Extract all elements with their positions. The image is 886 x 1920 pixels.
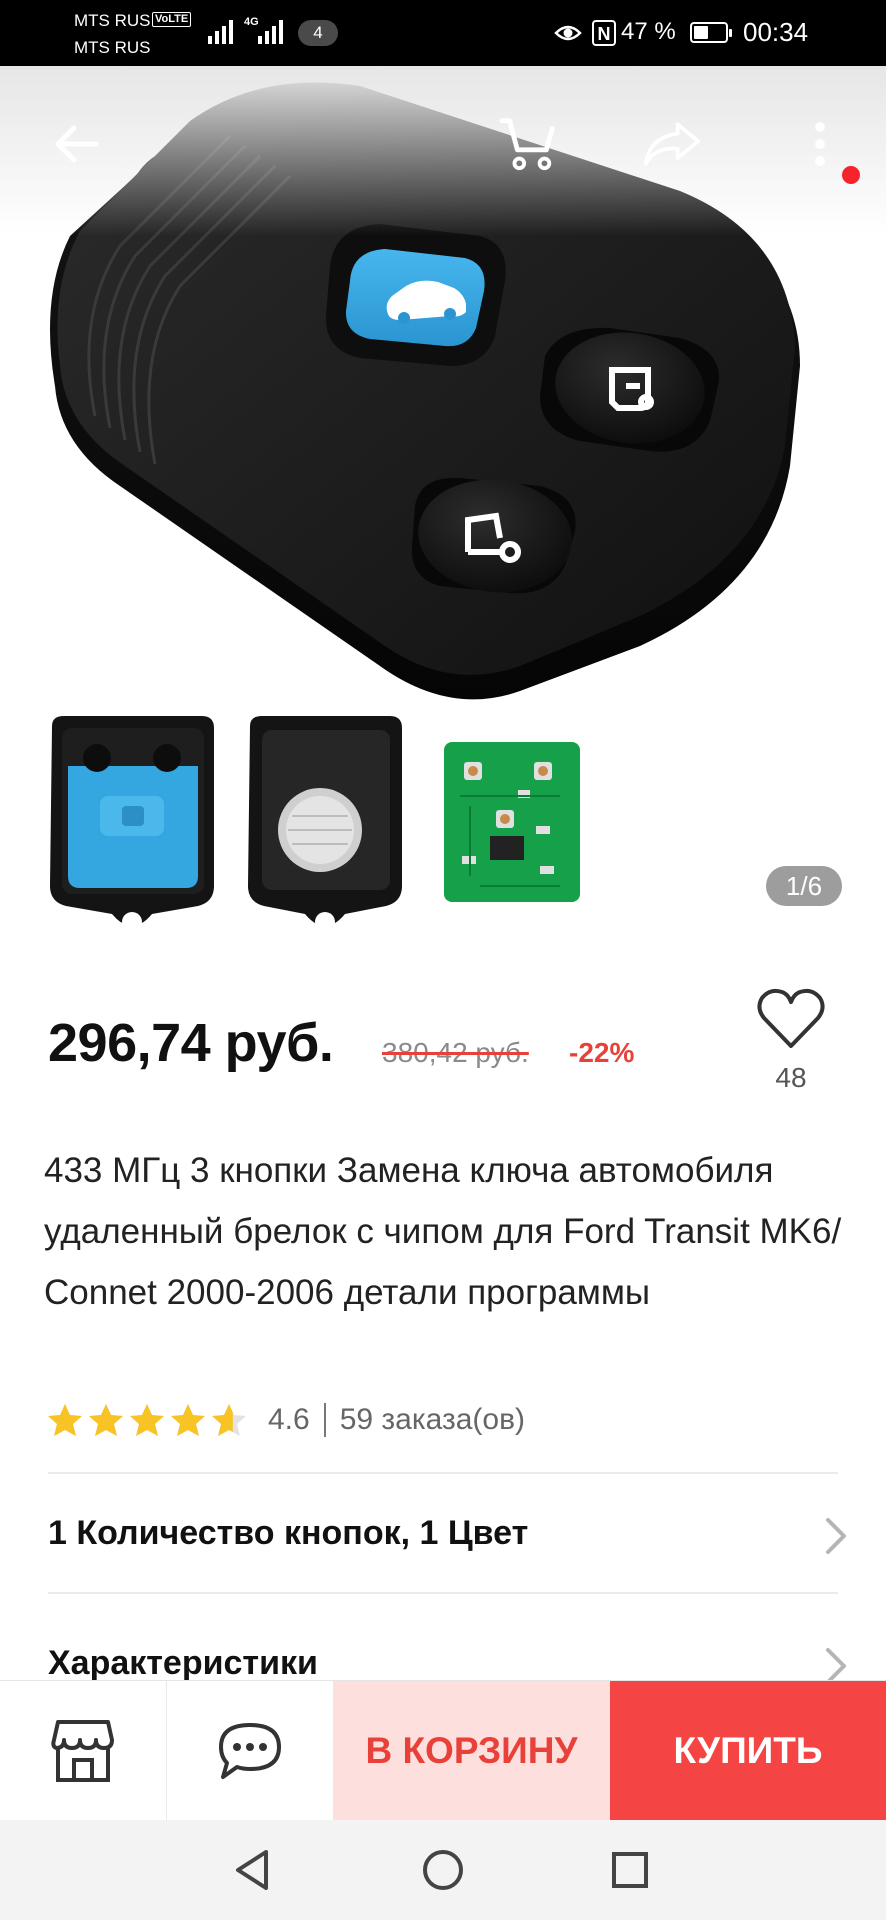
thumbnail-circuit-board[interactable] [440,706,590,946]
cart-icon [499,118,555,171]
status-bar: MTS RUS VoLTE MTS RUS 4G 4 N 47 % 00:34 [0,0,886,66]
rating-value: 4.6 [268,1403,310,1436]
thumbnail-case-battery[interactable] [240,706,410,946]
share-button[interactable] [642,114,702,174]
specs-label: Характеристики [48,1644,318,1682]
more-button[interactable] [790,114,850,174]
notification-count: 4 [298,20,338,46]
store-icon [51,1720,114,1782]
battery-icon [690,22,732,43]
signal-icon [208,18,233,44]
discount-badge: -22% [569,1037,635,1068]
divider [48,1592,838,1594]
signal-2-icon [258,18,283,44]
chat-button[interactable] [167,1681,333,1821]
nav-back-icon [236,1850,268,1890]
network-type: 4G [244,16,259,28]
battery-percent: 47 % [621,18,676,45]
options-label: 1 Количество кнопок, 1 Цвет [48,1514,529,1552]
product-title: 433 МГц 3 кнопки Замена ключа автомобиля… [44,1151,842,1312]
store-button[interactable] [0,1681,167,1821]
heart-icon [757,988,825,1048]
notification-dot [842,166,860,184]
old-price: 380,42 руб. [382,1037,529,1068]
more-vertical-icon [815,122,825,166]
star-icon [171,1404,205,1436]
star-icon [48,1404,82,1436]
image-counter: 1/6 [766,866,842,906]
chevron-right-icon [826,1518,846,1554]
divider [48,1472,838,1474]
thumbnail-strip [0,706,886,946]
star-icon [130,1404,164,1436]
chat-icon [219,1723,281,1779]
eye-comfort-icon [554,25,582,41]
rating-separator [323,1403,326,1437]
rating-row[interactable]: 4.6 59 заказа(ов) [46,1396,525,1444]
carrier-1: MTS RUS [74,11,151,30]
favorite-count: 48 [775,1062,807,1093]
nav-recents-button[interactable] [600,1840,660,1900]
nav-recents-icon [612,1852,648,1888]
system-nav-bar [0,1820,886,1920]
favorite-button[interactable]: 48 [754,986,828,1093]
star-icon [212,1404,246,1436]
current-price: 296,74 руб. [48,1013,334,1073]
nav-home-button[interactable] [413,1840,473,1900]
buy-now-button[interactable]: КУПИТЬ [610,1681,886,1821]
add-to-cart-button[interactable]: В КОРЗИНУ [333,1681,610,1821]
share-icon [643,122,701,166]
star-icon [89,1404,123,1436]
volte-badge: VoLTE [152,12,192,27]
rating-stars [46,1402,248,1438]
nav-home-icon [423,1850,463,1890]
clock: 00:34 [743,17,809,47]
bottom-action-bar: В КОРЗИНУ КУПИТЬ [0,1680,886,1821]
nav-back-button[interactable] [222,1840,282,1900]
options-row[interactable]: 1 Количество кнопок, 1 Цвет [48,1486,848,1586]
nfc-icon: N [592,20,616,46]
back-arrow-icon [55,125,99,163]
thumbnail-case-inside[interactable] [42,706,222,946]
back-button[interactable] [46,114,106,174]
carrier-2: MTS RUS [74,38,151,57]
orders-count: 59 заказа(ов) [339,1403,526,1436]
cart-button[interactable] [498,114,558,174]
product-main-image[interactable] [0,66,886,706]
